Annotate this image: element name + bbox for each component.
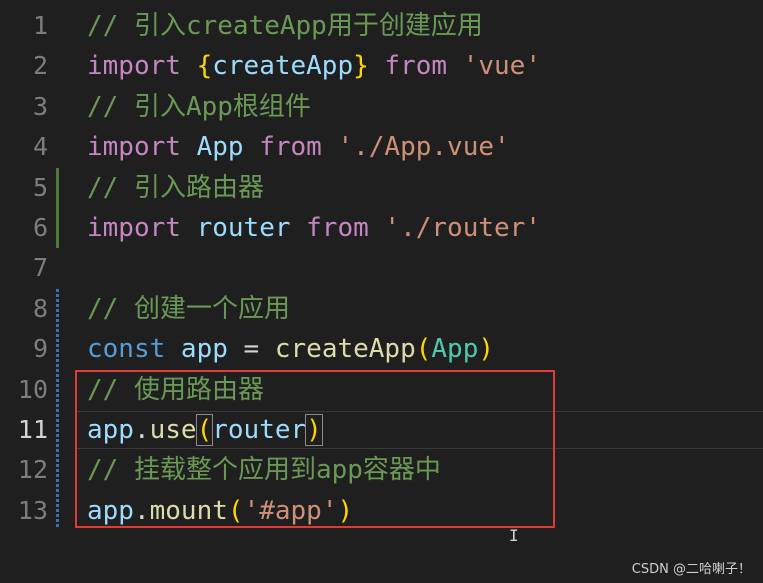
- code-token: import: [87, 51, 197, 82]
- line-number: 9: [32, 334, 48, 364]
- code-text: // 创建一个应用: [87, 289, 290, 329]
- code-line[interactable]: 9 const app = createApp(App): [0, 329, 763, 369]
- code-text: // 引入App根组件: [87, 87, 311, 127]
- line-number: 2: [32, 51, 48, 81]
- code-line[interactable]: 2 import {createApp} from 'vue': [0, 46, 763, 86]
- code-token: from: [290, 213, 385, 243]
- code-token: {: [196, 51, 213, 82]
- code-token: import: [87, 132, 197, 163]
- annotation-highlight-box: [75, 370, 555, 528]
- code-token: (: [415, 334, 432, 365]
- code-text: // 引入路由器: [87, 168, 264, 208]
- line-number: 4: [32, 132, 48, 162]
- code-token: createApp: [212, 51, 354, 82]
- code-token: }: [353, 51, 369, 82]
- line-number: 11: [17, 415, 48, 444]
- code-token: ): [478, 334, 495, 365]
- code-token: // 引入createApp用于创建应用: [87, 11, 483, 41]
- code-token: import: [87, 213, 197, 243]
- mouse-ibeam-cursor: I: [509, 526, 519, 545]
- watermark: CSDN @二哈喇子！: [631, 562, 751, 577]
- code-line[interactable]: 4 import App from './App.vue': [0, 127, 763, 167]
- code-token: './App.vue': [337, 132, 510, 163]
- line-number: 5: [32, 172, 48, 202]
- line-number: 1: [32, 11, 48, 40]
- code-token: =: [227, 334, 275, 365]
- line-number: 3: [32, 91, 48, 121]
- code-text: import {createApp} from 'vue': [87, 46, 541, 86]
- code-token: from: [243, 132, 338, 163]
- line-number: 10: [17, 374, 48, 404]
- line-number: 12: [17, 455, 48, 485]
- code-text: const app = createApp(App): [87, 329, 494, 369]
- code-token: const: [87, 334, 181, 365]
- code-token: from: [368, 51, 463, 82]
- code-text: // 引入createApp用于创建应用: [87, 6, 483, 46]
- code-token: 'vue': [462, 51, 541, 82]
- code-text: import router from './router': [87, 208, 541, 248]
- code-token: App: [431, 334, 479, 365]
- code-token: App: [196, 132, 244, 163]
- code-editor[interactable]: 1// 引入createApp用于创建应用 2 import {createApp}…: [0, 0, 763, 583]
- code-token: // 引入App根组件: [87, 91, 311, 122]
- code-token: // 引入路由器: [87, 172, 264, 203]
- code-token: app: [180, 334, 228, 365]
- code-line[interactable]: 1 // 引入createApp用于创建应用: [0, 6, 763, 46]
- line-number: 7: [32, 253, 48, 283]
- code-token: './router': [384, 213, 541, 243]
- line-number: 6: [32, 213, 48, 242]
- code-text: import App from './App.vue': [87, 127, 510, 167]
- code-token: router: [196, 213, 291, 243]
- code-line[interactable]: 8 // 创建一个应用: [0, 289, 763, 329]
- code-line[interactable]: 7: [0, 248, 763, 288]
- code-line[interactable]: 5 // 引入路由器: [0, 168, 763, 208]
- line-number: 8: [32, 293, 48, 323]
- line-number: 13: [17, 495, 48, 525]
- code-token: // 创建一个应用: [87, 293, 290, 324]
- code-token: createApp: [274, 334, 416, 365]
- code-line[interactable]: 6 import router from './router': [0, 208, 763, 248]
- code-line[interactable]: 3 // 引入App根组件: [0, 87, 763, 127]
